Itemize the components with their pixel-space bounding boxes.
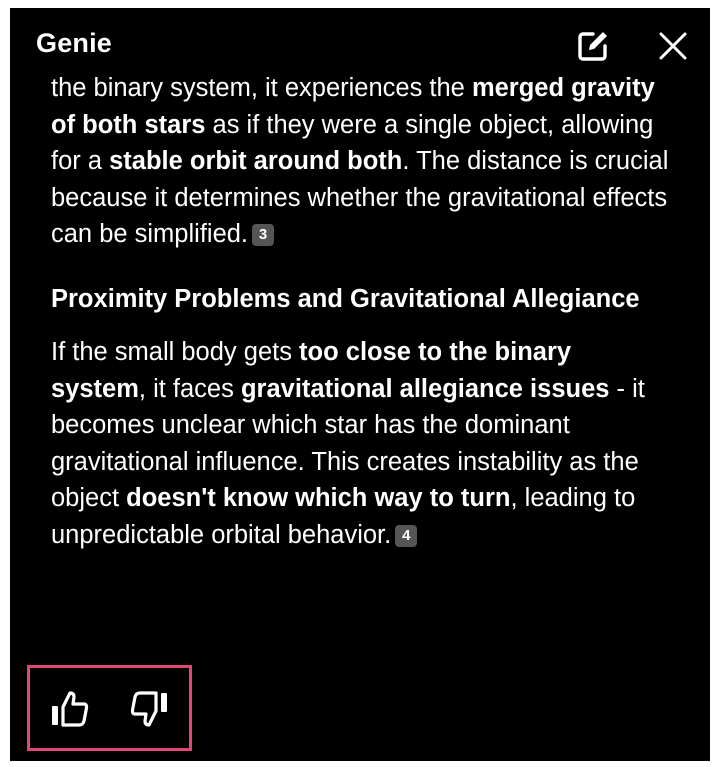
thumbs-down-icon	[130, 691, 167, 727]
bold-text: doesn't know which way to turn	[126, 484, 511, 512]
close-button[interactable]	[653, 26, 693, 66]
text-segment: , it faces	[138, 374, 241, 403]
text-segment: If the small body gets	[51, 338, 300, 366]
edit-icon	[578, 32, 607, 61]
section-heading: Proximity Problems and Gravitational All…	[51, 284, 640, 313]
response-content: the binary system, it experiences the me…	[51, 70, 671, 553]
thumbs-up-icon	[52, 691, 89, 727]
feedback-bar	[27, 665, 192, 751]
bold-text: stable orbit around both	[109, 147, 403, 175]
thumbs-down-button[interactable]	[128, 688, 170, 730]
panel-header: Genie	[10, 8, 710, 74]
bold-text: gravitational allegiance issues	[240, 374, 610, 403]
genie-panel: Genie the binary system, it experiences …	[10, 8, 710, 761]
thumbs-up-button[interactable]	[49, 688, 91, 730]
edit-button[interactable]	[573, 26, 613, 66]
paragraph-proximity: If the small body gets too close to the …	[51, 334, 671, 553]
citation-badge[interactable]: 4	[395, 524, 418, 547]
close-icon	[659, 32, 687, 60]
citation-badge[interactable]: 3	[252, 224, 275, 247]
text-segment: the binary system, it experiences the	[51, 74, 472, 102]
paragraph-gravity: the binary system, it experiences the me…	[51, 70, 671, 253]
panel-title: Genie	[36, 28, 113, 58]
